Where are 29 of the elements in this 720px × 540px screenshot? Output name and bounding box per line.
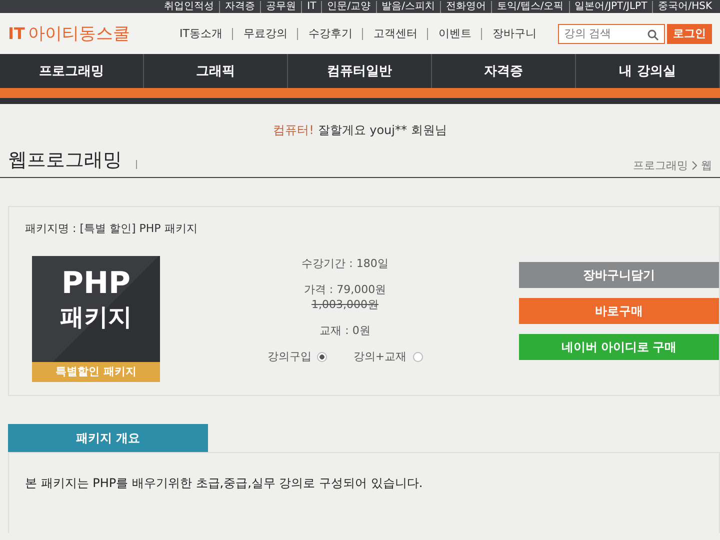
greeting-text: 컴퓨터! 잘할게요 youj** 회원님 — [272, 122, 448, 139]
overview-tab[interactable]: 패키지 개요 — [8, 424, 208, 452]
header-link[interactable]: 무료강의 — [232, 28, 288, 40]
header-link[interactable]: 수강후기 — [297, 28, 352, 40]
header-link[interactable]: 고객센터 — [362, 28, 418, 40]
option-label[interactable]: 강의구입 — [267, 349, 312, 364]
chevron-icon — [692, 161, 697, 170]
price-text: 가격 : 79,000원 — [304, 282, 386, 297]
radio-button[interactable] — [412, 352, 423, 362]
search-field[interactable]: 강의 검색 — [558, 24, 665, 44]
search-icon[interactable] — [647, 28, 659, 40]
thumbnail-subtitle: 패키지 — [60, 302, 132, 333]
option-label[interactable]: 강의+교재 — [353, 349, 407, 364]
header-link[interactable]: IT동소개 — [180, 28, 222, 40]
thumbnail-title: PHP — [61, 266, 131, 301]
original-price: 1,003,000원 — [310, 297, 380, 312]
header-link[interactable]: 이벤트 — [427, 28, 472, 40]
category-link[interactable]: 취업인적성 — [164, 0, 214, 12]
period-text: 수강기간 : 180일 — [302, 256, 388, 271]
breadcrumb-link[interactable]: 프로그래밍 — [633, 158, 688, 173]
radio-button[interactable] — [317, 352, 328, 362]
header-link[interactable]: 장바구니 — [481, 28, 536, 40]
page-title: 웹프로그래밍 — [8, 148, 122, 173]
thumbnail-ribbon: 특별할인 패키지 — [32, 362, 160, 382]
overview-text: 본 패키지는 PHP를 배우기위한 초급,중급,실무 강의로 구성되어 있습니다. — [24, 475, 424, 492]
book-price: 교재 : 0원 — [320, 323, 370, 338]
package-name: 패키지명 : [특별 할인] PHP 패키지 — [25, 221, 198, 236]
breadcrumb-link[interactable]: 웹 — [701, 158, 712, 173]
cart-button[interactable]: 장바구니담기 — [519, 262, 719, 288]
